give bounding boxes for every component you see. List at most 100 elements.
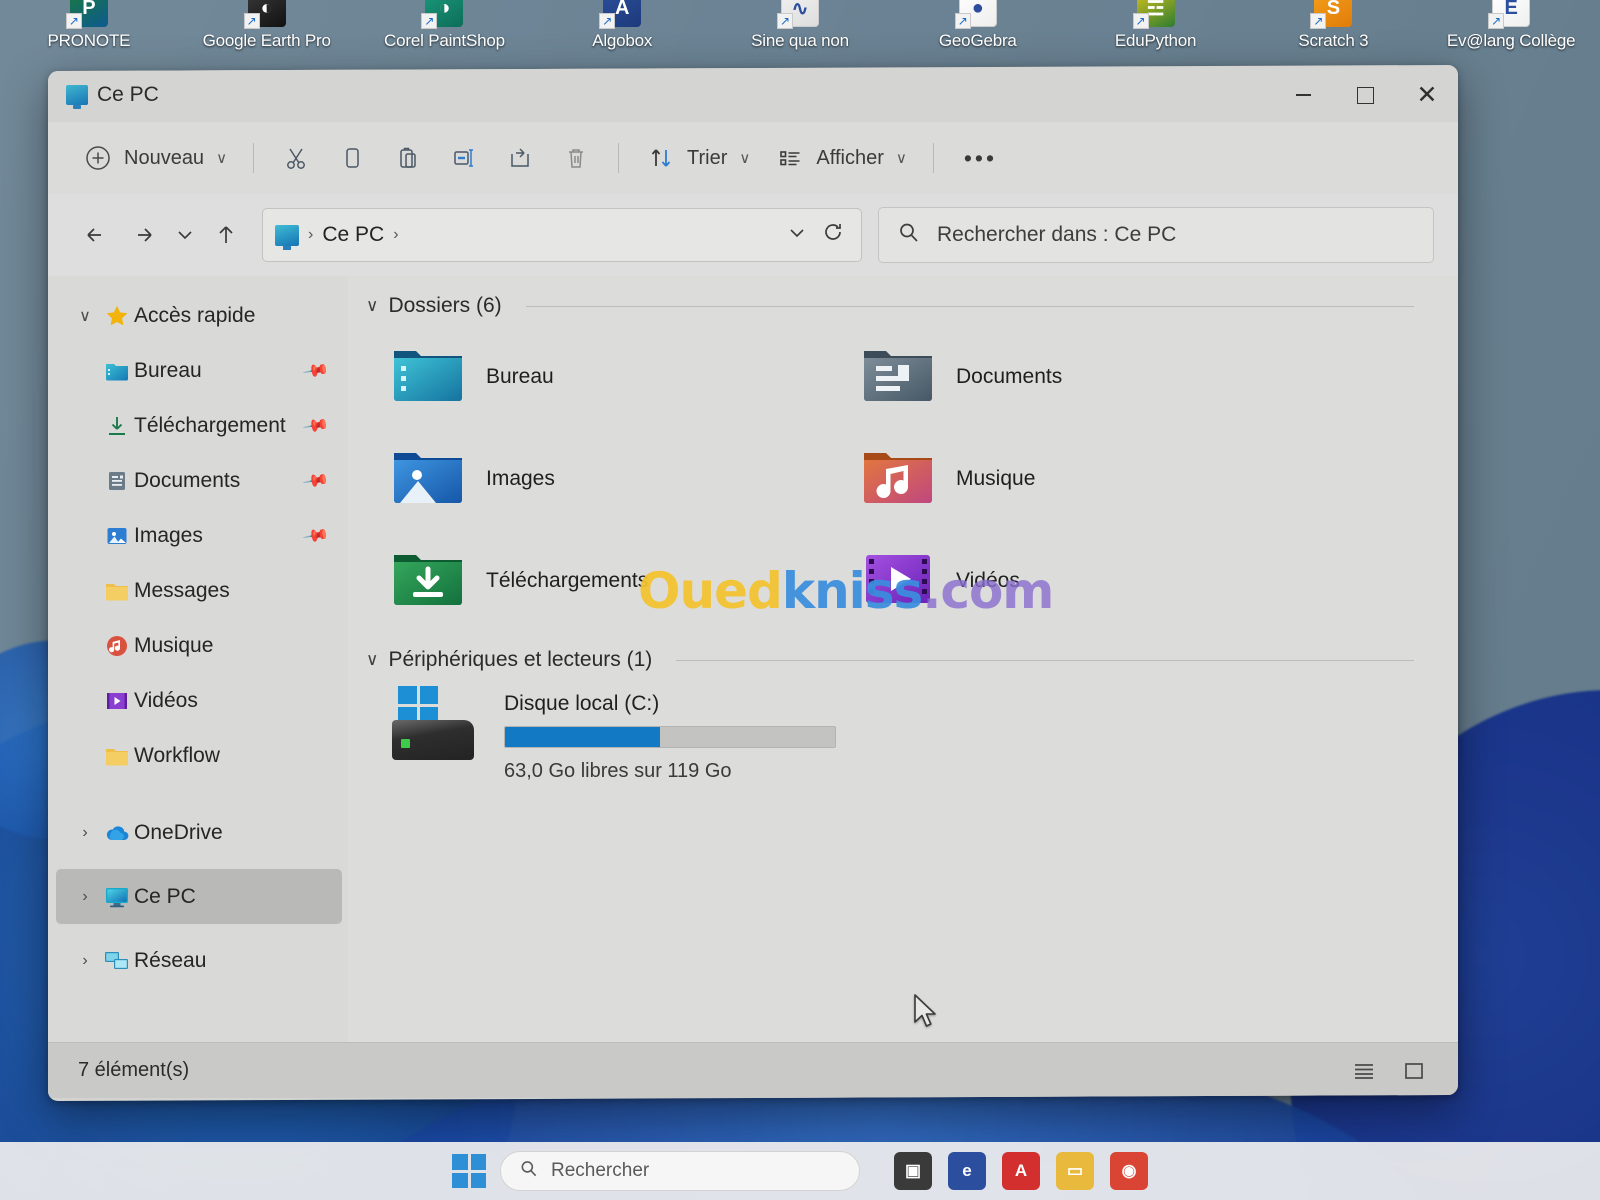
details-view-icon[interactable]: [1350, 1059, 1378, 1083]
more-options-button[interactable]: •••: [948, 145, 1013, 172]
large-icons-view-icon[interactable]: [1400, 1059, 1428, 1083]
rename-button[interactable]: [436, 137, 492, 179]
clipboard-paste-icon: [392, 142, 424, 174]
view-button[interactable]: Afficher ∨: [762, 137, 918, 179]
download-icon: [100, 414, 134, 438]
search-input[interactable]: Rechercher dans : Ce PC: [878, 207, 1434, 263]
share-button[interactable]: [492, 137, 548, 179]
new-button[interactable]: Nouveau ∨: [70, 137, 239, 179]
devices-group-header[interactable]: ∨ Périphériques et lecteurs (1): [366, 648, 1414, 672]
network-icon: [100, 950, 134, 972]
taskbar-search-input[interactable]: Rechercher: [500, 1151, 860, 1191]
pin-icon[interactable]: 📌: [301, 466, 330, 495]
chevron-right-icon[interactable]: ›: [70, 952, 100, 970]
address-dropdown-button[interactable]: [773, 223, 821, 248]
sidebar-item-onedrive[interactable]: › OneDrive: [56, 805, 342, 860]
windows-start-icon[interactable]: [452, 1154, 486, 1188]
forward-button[interactable]: [120, 211, 168, 259]
pin-icon[interactable]: 📌: [301, 521, 330, 550]
pin-icon[interactable]: 📌: [301, 411, 330, 440]
folder-tile-images[interactable]: Images: [366, 434, 836, 524]
desktop-icon-google-earth-pro[interactable]: ◐ ↗ Google Earth Pro: [178, 0, 356, 72]
drive-name-label: Disque local (C:): [504, 692, 660, 715]
group-rule: [676, 659, 1414, 661]
chevron-right-icon[interactable]: ›: [70, 824, 100, 842]
drive-capacity-fill: [505, 727, 661, 747]
scratch-3-icon: S ↗: [1310, 0, 1356, 30]
sidebar-item-documents[interactable]: Documents 📌: [56, 453, 342, 508]
up-button[interactable]: [202, 211, 250, 259]
sort-button[interactable]: Trier ∨: [633, 137, 762, 179]
sidebar-item-messages[interactable]: Messages: [56, 563, 342, 618]
sidebar-item-t-l-chargement[interactable]: Téléchargement 📌: [56, 398, 342, 453]
desktop-icon-pronote[interactable]: P ↗ PRONOTE: [0, 0, 178, 72]
sidebar-item-images[interactable]: Images 📌: [56, 508, 342, 563]
desktop-icon-geogebra[interactable]: ● ↗ GeoGebra: [889, 0, 1067, 72]
desktop-folder-icon: [392, 345, 464, 409]
taskbar: Rechercher ▣ e A ▭ ◉: [0, 1142, 1600, 1200]
chevron-down-icon: ∨: [739, 150, 751, 167]
pronote-icon: P ↗: [65, 0, 112, 30]
folders-group-header[interactable]: ∨ Dossiers (6): [366, 294, 1414, 318]
folder-tile-documents[interactable]: Documents: [836, 332, 1306, 422]
pin-icon[interactable]: 📌: [301, 356, 330, 385]
cut-button[interactable]: [268, 137, 324, 179]
sidebar-item-r-seau[interactable]: › Réseau: [56, 933, 342, 988]
back-button[interactable]: [72, 211, 120, 259]
folder-tile-vid-os[interactable]: Vidéos: [836, 536, 1306, 626]
address-bar[interactable]: › Ce PC ›: [262, 208, 862, 262]
desktop-icon-corel-paintshop[interactable]: ◑ ↗ Corel PaintShop: [356, 0, 534, 72]
drive-item-local-disk-c[interactable]: Disque local (C:) 63,0 Go libres sur 119 …: [366, 686, 1414, 783]
shortcut-arrow-icon: ↗: [1310, 13, 1327, 29]
pictures-folder-icon: [392, 447, 464, 511]
breadcrumb-this-pc[interactable]: Ce PC: [322, 223, 384, 247]
minimize-button[interactable]: [1272, 68, 1334, 122]
folder-tile-bureau[interactable]: Bureau: [366, 332, 836, 422]
sidebar-item-bureau[interactable]: Bureau 📌: [56, 343, 342, 398]
refresh-button[interactable]: [821, 220, 849, 250]
sidebar-item-label: Workflow: [134, 743, 220, 767]
edge-icon[interactable]: e: [948, 1152, 986, 1190]
this-pc-icon: [275, 224, 299, 246]
sidebar-item-musique[interactable]: Musique: [56, 618, 342, 673]
task-view-icon[interactable]: ▣: [894, 1152, 932, 1190]
view-list-icon: [774, 142, 806, 174]
sidebar-item-workflow[interactable]: Workflow: [56, 728, 342, 783]
folder-tile-t-l-chargements[interactable]: Téléchargements: [366, 536, 836, 626]
sort-arrows-icon: [645, 142, 677, 174]
sidebar-item-ce-pc[interactable]: › Ce PC: [56, 869, 342, 924]
sidebar-group-quick-access[interactable]: ∨ Accès rapide: [56, 288, 342, 343]
sidebar-item-vid-os[interactable]: Vidéos: [56, 673, 342, 728]
window-titlebar[interactable]: Ce PC ✕: [48, 68, 1458, 122]
desktop-icon-label: Algobox: [592, 31, 653, 50]
sidebar-item-label: Téléchargement: [134, 413, 286, 437]
chevron-down-icon: ∨: [216, 150, 228, 167]
acrobat-icon[interactable]: A: [1002, 1152, 1040, 1190]
shortcut-arrow-icon: ↗: [65, 13, 82, 29]
sine-qua-non-icon: ∿ ↗: [777, 0, 823, 30]
desktop-icon-sine-qua-non[interactable]: ∿ ↗ Sine qua non: [711, 0, 889, 72]
shortcut-arrow-icon: ↗: [421, 13, 438, 29]
file-explorer-icon[interactable]: ▭: [1056, 1152, 1094, 1190]
delete-button[interactable]: [548, 137, 604, 179]
desktop-icon-algobox[interactable]: A ↗ Algobox: [533, 0, 711, 72]
scissors-icon: [280, 142, 312, 174]
shortcut-arrow-icon: ↗: [599, 13, 616, 29]
group-rule: [525, 305, 1414, 307]
recent-locations-button[interactable]: [168, 211, 202, 259]
maximize-button[interactable]: [1334, 68, 1396, 122]
desktop-icon-edupython[interactable]: ☲ ↗ EduPython: [1067, 0, 1245, 72]
chrome-icon[interactable]: ◉: [1110, 1152, 1148, 1190]
sidebar-item-label: Messages: [134, 578, 230, 602]
folder-tiles: Bureau Documents Images Musique Téléchargeme…: [366, 332, 1414, 626]
chevron-right-icon[interactable]: ›: [70, 888, 100, 906]
desktop-icon-scratch-3[interactable]: S ↗ Scratch 3: [1244, 0, 1422, 72]
copy-button[interactable]: [324, 137, 380, 179]
folder-tile-musique[interactable]: Musique: [836, 434, 1306, 524]
close-button[interactable]: ✕: [1396, 68, 1458, 122]
chevron-down-icon[interactable]: ∨: [70, 306, 100, 326]
drive-free-space-label: 63,0 Go libres sur 119 Go: [504, 760, 732, 782]
paste-button[interactable]: [380, 137, 436, 179]
desktop-icon-evalang-college[interactable]: E ↗ Ev@lang Collège: [1422, 0, 1600, 72]
